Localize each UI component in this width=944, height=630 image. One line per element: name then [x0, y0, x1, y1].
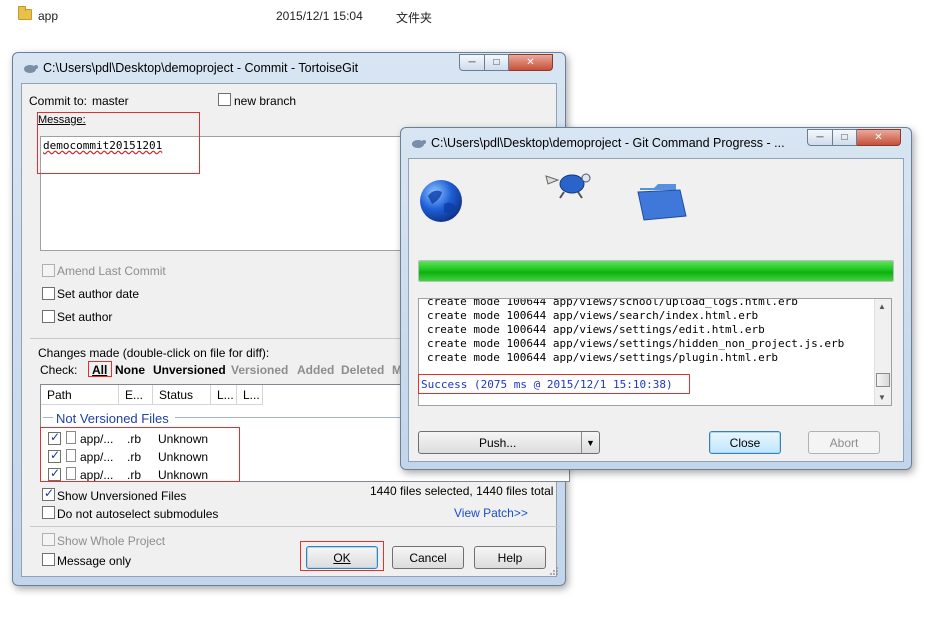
- column-header-path[interactable]: Path: [41, 385, 119, 405]
- progress-bar: [418, 260, 894, 282]
- minimize-button[interactable]: ─: [459, 54, 484, 71]
- show-whole-project-checkbox[interactable]: [42, 533, 55, 546]
- log-line: create mode 100644 app/views/search/inde…: [427, 309, 759, 322]
- folder-icon: [18, 6, 32, 20]
- progress-window-title: C:\Users\pdl\Desktop\demoproject - Git C…: [431, 136, 785, 150]
- commit-to-label: Commit to:: [29, 94, 88, 108]
- message-highlight-box: [37, 112, 200, 174]
- tortoisegit-icon: [24, 65, 38, 73]
- log-line: create mode 100644 app/views/settings/ed…: [427, 323, 765, 336]
- success-highlight-box: [418, 374, 690, 394]
- flying-turtle-icon: [545, 173, 591, 199]
- set-author-date-label: Set author date: [57, 287, 140, 301]
- close-window-button[interactable]: ✕: [509, 54, 553, 71]
- scroll-thumb[interactable]: [876, 373, 890, 387]
- folder-icon: [637, 184, 687, 221]
- branch-name: master: [92, 94, 129, 108]
- maximize-button[interactable]: □: [832, 129, 857, 146]
- tortoisegit-icon: [412, 140, 426, 148]
- amend-last-commit-checkbox[interactable]: [42, 264, 55, 277]
- filter-versioned-link[interactable]: Versioned: [231, 363, 288, 377]
- commit-window-title: C:\Users\pdl\Desktop\demoproject - Commi…: [43, 61, 359, 75]
- log-scrollbar[interactable]: ▲ ▼: [874, 299, 891, 405]
- filter-none-link[interactable]: None: [115, 363, 145, 377]
- help-button[interactable]: Help: [474, 546, 546, 569]
- log-line: create mode 100644 app/views/settings/hi…: [427, 337, 845, 350]
- message-only-label: Message only: [57, 554, 132, 568]
- maximize-button[interactable]: □: [484, 54, 509, 71]
- explorer-item-name: app: [38, 9, 59, 23]
- ok-button-highlight: [300, 541, 384, 571]
- filter-unversioned-link[interactable]: Unversioned: [153, 363, 226, 377]
- close-window-button[interactable]: ✕: [857, 129, 901, 146]
- progress-bar-fill: [419, 261, 893, 281]
- log-line: create mode 100644 app/views/settings/pl…: [427, 351, 778, 364]
- globe-icon: [420, 180, 462, 222]
- check-label: Check:: [40, 363, 78, 377]
- commit-window-controls: ─ □ ✕: [459, 54, 553, 71]
- filter-added-link[interactable]: Added: [297, 363, 334, 377]
- minimize-button[interactable]: ─: [807, 129, 832, 146]
- group-header: Not Versioned Files: [56, 411, 169, 426]
- new-branch-label: new branch: [234, 94, 297, 108]
- filter-all-highlight: [88, 361, 112, 377]
- files-selected-count: 1440 files selected, 1440 files total: [370, 484, 554, 498]
- file-rows-highlight: [40, 427, 240, 482]
- set-author-label: Set author: [57, 310, 113, 324]
- show-whole-project-label: Show Whole Project: [57, 534, 166, 548]
- column-header-ext[interactable]: E...: [119, 385, 153, 405]
- push-dropdown-icon[interactable]: ▼: [581, 432, 599, 453]
- set-author-date-checkbox[interactable]: [42, 287, 55, 300]
- changes-made-label: Changes made (double-click on file for d…: [38, 346, 270, 360]
- column-header-l1[interactable]: L...: [211, 385, 237, 405]
- separator: [30, 526, 560, 527]
- push-button[interactable]: Push... ▼: [418, 431, 600, 454]
- set-author-checkbox[interactable]: [42, 310, 55, 323]
- column-header-l2[interactable]: L...: [237, 385, 263, 405]
- group-line-left: [43, 417, 53, 418]
- log-line: create mode 100644 app/views/school/uplo…: [427, 298, 798, 308]
- column-header-status[interactable]: Status: [153, 385, 211, 405]
- progress-window-controls: ─ □ ✕: [807, 129, 901, 146]
- scroll-up-icon[interactable]: ▲: [878, 302, 886, 311]
- scroll-down-icon[interactable]: ▼: [878, 393, 886, 402]
- push-button-label: Push...: [479, 436, 517, 450]
- new-branch-checkbox[interactable]: [218, 93, 231, 106]
- cancel-button[interactable]: Cancel: [392, 546, 464, 569]
- no-autoselect-label: Do not autoselect submodules: [57, 507, 219, 521]
- amend-last-commit-label: Amend Last Commit: [57, 264, 166, 278]
- no-autoselect-checkbox[interactable]: [42, 506, 55, 519]
- show-unversioned-label: Show Unversioned Files: [57, 489, 187, 503]
- explorer-item-type: 文件夹: [396, 11, 433, 25]
- explorer-item-date: 2015/12/1 15:04: [276, 9, 363, 23]
- view-patch-link[interactable]: View Patch>>: [454, 506, 528, 520]
- abort-button[interactable]: Abort: [808, 431, 880, 454]
- filter-deleted-link[interactable]: Deleted: [341, 363, 384, 377]
- close-button[interactable]: Close: [709, 431, 781, 454]
- show-unversioned-checkbox[interactable]: [42, 486, 55, 501]
- message-only-checkbox[interactable]: [42, 553, 55, 566]
- resize-grip-icon[interactable]: [549, 566, 559, 576]
